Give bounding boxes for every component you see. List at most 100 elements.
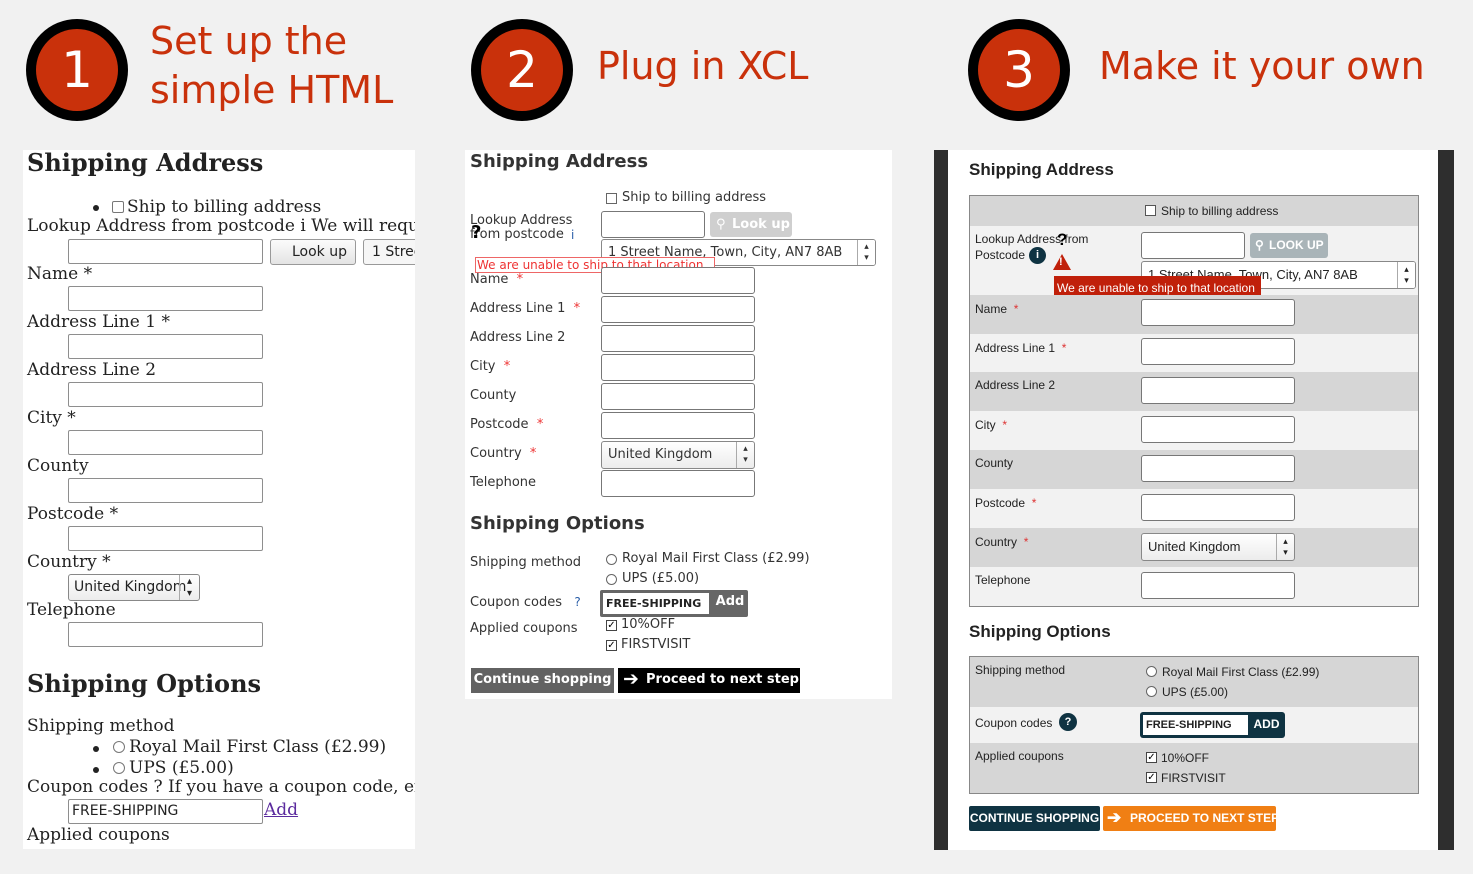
country-select[interactable]: United Kingdom ▴ ▾ xyxy=(1141,533,1295,561)
lookup-button[interactable]: ⚲ LOOK UP xyxy=(1250,233,1328,258)
ship-to-billing-checkbox[interactable] xyxy=(606,193,617,204)
country-select[interactable]: United Kingdom ▴ ▾ xyxy=(601,441,755,469)
lookup-postcode-input[interactable] xyxy=(601,211,705,238)
coupon1-checkbox[interactable]: ✓ xyxy=(606,620,617,631)
lookup-postcode-input[interactable] xyxy=(68,239,263,264)
telephone-input[interactable] xyxy=(1141,572,1295,599)
ups-radio[interactable] xyxy=(606,574,617,585)
country-label: Country * xyxy=(975,535,1028,549)
name-label: Name * xyxy=(27,264,93,284)
add-coupon-button[interactable]: Add xyxy=(712,590,748,617)
address-line2-input[interactable] xyxy=(601,325,755,352)
continue-shopping-button[interactable]: CONTINUE SHOPPING xyxy=(969,806,1100,831)
coupon2-checkbox[interactable]: ✓ xyxy=(606,640,617,651)
info-icon[interactable]: i xyxy=(1029,247,1046,264)
royal-mail-radio[interactable] xyxy=(113,741,125,753)
address-line1-label: Address Line 1 * xyxy=(27,312,170,332)
postcode-input[interactable] xyxy=(601,412,755,439)
add-link-text[interactable]: Add xyxy=(264,800,298,820)
add-coupon-link[interactable]: Add xyxy=(264,800,298,820)
city-input[interactable] xyxy=(68,430,263,455)
info-icon[interactable]: i xyxy=(571,228,574,242)
ship-to-billing-label: Ship to billing address xyxy=(1161,204,1279,218)
telephone-label: Telephone xyxy=(975,573,1031,587)
shipping-address-heading: Shipping Address xyxy=(27,150,264,177)
address-line1-input[interactable] xyxy=(68,334,263,359)
lookup-address-text: Lookup Address from postcode i We will r… xyxy=(27,216,415,236)
arrow-right-icon: ➔ xyxy=(623,668,639,690)
county-label: County xyxy=(975,456,1014,470)
address-form-box: Ship to billing address Lookup Address f… xyxy=(969,195,1419,607)
continue-shopping-button[interactable]: Continue shopping xyxy=(471,668,614,693)
form-row: Telephone xyxy=(970,567,1418,606)
coupon-input[interactable]: FREE-SHIPPING xyxy=(1143,715,1248,735)
lookup-button[interactable]: Look up xyxy=(270,239,356,265)
form-row: Shipping method Royal Mail First Class (… xyxy=(970,657,1418,707)
royal-mail-label: Royal Mail First Class (£2.99) xyxy=(1162,665,1320,679)
ship-to-billing-label: Ship to billing address xyxy=(622,190,767,205)
royal-mail-radio[interactable] xyxy=(1146,666,1157,677)
panel-styled-content: Shipping Address Ship to billing address… xyxy=(948,150,1438,850)
coupon-input[interactable]: FREE-SHIPPING xyxy=(68,799,263,824)
name-label: Name * xyxy=(470,272,523,287)
lookup-postcode-input[interactable] xyxy=(1141,232,1245,259)
city-input[interactable] xyxy=(601,354,755,381)
shipping-options-heading: Shipping Options xyxy=(969,622,1111,641)
coupon1-checkbox[interactable]: ✓ xyxy=(1146,752,1157,763)
city-label: City * xyxy=(470,359,510,374)
proceed-button[interactable]: ➔ Proceed to next step xyxy=(618,668,800,693)
required-mark: * xyxy=(529,446,537,461)
ups-radio[interactable] xyxy=(113,762,125,774)
address-line2-input[interactable] xyxy=(1141,377,1295,404)
step-1-number: 1 xyxy=(36,29,118,111)
ups-radio[interactable] xyxy=(1146,686,1157,697)
lookup-button-label: Look up xyxy=(732,217,790,232)
country-select[interactable]: United Kingdom ▴ ▾ xyxy=(68,574,200,601)
name-input[interactable] xyxy=(68,286,263,311)
proceed-button[interactable]: ➔ PROCEED TO NEXT STEP xyxy=(1103,806,1280,831)
lookup-button[interactable]: ⚲ Look up xyxy=(710,212,792,237)
required-mark: * xyxy=(573,301,581,316)
form-row: City * xyxy=(970,411,1418,450)
coupon-codes-text: Coupon codes ? If you have a coupon code… xyxy=(27,777,415,797)
postcode-input[interactable] xyxy=(68,526,263,551)
coupon-help-icon[interactable]: ? xyxy=(574,595,580,609)
ship-to-billing-checkbox[interactable] xyxy=(112,201,124,213)
bullet xyxy=(93,205,99,211)
proceed-button-label: PROCEED TO NEXT STEP xyxy=(1130,811,1280,825)
royal-mail-radio[interactable] xyxy=(606,554,617,565)
coupon-help-icon[interactable]: ? xyxy=(1059,713,1077,731)
address-line1-input[interactable] xyxy=(601,296,755,323)
county-input[interactable] xyxy=(1141,455,1295,482)
required-mark: * xyxy=(536,417,544,432)
address-select[interactable]: 1 Street Name, Town, City, AN7 8AB xyxy=(363,239,415,265)
add-coupon-button[interactable]: ADD xyxy=(1250,712,1283,738)
postcode-label: Postcode * xyxy=(27,504,119,524)
name-input[interactable] xyxy=(1141,299,1295,326)
ups-label: UPS (£5.00) xyxy=(1162,685,1229,699)
telephone-input[interactable] xyxy=(68,622,263,647)
address-line1-input[interactable] xyxy=(1141,338,1295,365)
city-input[interactable] xyxy=(1141,416,1295,443)
name-label: Name * xyxy=(975,302,1018,316)
ship-to-billing-checkbox[interactable] xyxy=(1145,205,1156,216)
shipping-method-label: Shipping method xyxy=(27,716,175,736)
address-line2-input[interactable] xyxy=(68,382,263,407)
coupon1-label: 10%OFF xyxy=(1161,751,1210,765)
postcode-input[interactable] xyxy=(1141,494,1295,521)
coupon2-checkbox[interactable]: ✓ xyxy=(1146,772,1157,783)
proceed-button-label: Proceed to next step xyxy=(646,672,799,687)
royal-mail-label: Royal Mail First Class (£2.99) xyxy=(129,737,387,757)
county-input[interactable] xyxy=(601,383,755,410)
step-1-title-line2: simple HTML xyxy=(150,68,394,112)
required-mark: * xyxy=(1013,302,1019,316)
name-input[interactable] xyxy=(601,267,755,294)
country-label-text: Country xyxy=(470,446,522,461)
county-input[interactable] xyxy=(68,478,263,503)
step-1-title-line1: Set up the xyxy=(150,19,348,63)
coupon-input[interactable]: FREE-SHIPPING xyxy=(603,593,709,614)
form-row: Applied coupons ✓ 10%OFF ✓ FIRSTVISIT xyxy=(970,743,1418,793)
lookup-address-label-line1: Lookup Address xyxy=(470,213,573,228)
telephone-input[interactable] xyxy=(601,470,755,497)
select-arrows-icon: ▴ ▾ xyxy=(1397,262,1415,288)
